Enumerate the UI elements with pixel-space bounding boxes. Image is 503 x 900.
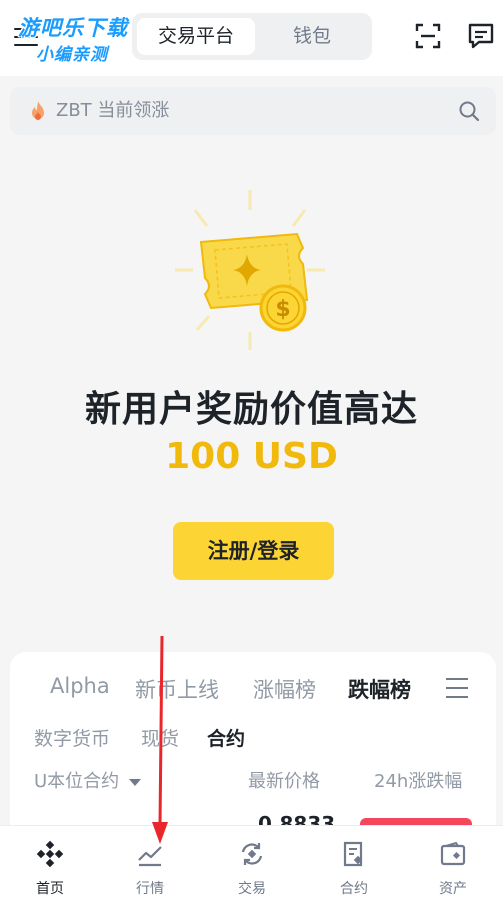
fire-icon xyxy=(32,101,44,120)
scan-icon[interactable] xyxy=(414,22,442,50)
nav-home[interactable]: 首页 xyxy=(0,826,100,900)
tab-exchange[interactable]: 交易平台 xyxy=(137,18,255,55)
annotation-arrow-icon xyxy=(152,636,168,844)
chat-icon[interactable] xyxy=(467,22,495,50)
subtab-crypto[interactable]: 数字货币 xyxy=(34,724,110,751)
trade-icon xyxy=(241,843,263,865)
col-last-price: 最新价格 xyxy=(248,771,320,792)
mode-switch: 交易平台 钱包 xyxy=(132,13,372,60)
tab-gainers[interactable]: 涨幅榜 xyxy=(253,674,316,704)
tab-alpha[interactable]: Alpha xyxy=(50,674,110,698)
futures-icon xyxy=(343,841,363,867)
search-placeholder: ZBT 当前领涨 xyxy=(56,100,170,121)
search-bar[interactable]: ZBT 当前领涨 xyxy=(10,87,496,135)
nav-home-label: 首页 xyxy=(36,881,64,897)
nav-trade[interactable]: 交易 xyxy=(202,826,302,900)
promo-title: 新用户奖励价值高达 xyxy=(84,389,418,430)
col-24h-change: 24h涨跌幅 xyxy=(374,771,463,792)
tab-wallet[interactable]: 钱包 xyxy=(257,18,367,55)
contract-type-select[interactable]: U本位合约 xyxy=(34,767,142,793)
contract-type-label: U本位合约 xyxy=(34,771,120,792)
promo-amount: 100 USD xyxy=(165,436,338,477)
nav-trade-label: 交易 xyxy=(238,881,266,897)
svg-text:$: $ xyxy=(275,297,290,322)
reward-ticket-icon: $ xyxy=(175,190,325,350)
register-login-button[interactable]: 注册/登录 xyxy=(173,522,334,580)
list-menu-icon[interactable] xyxy=(446,678,468,698)
subtab-futures[interactable]: 合约 xyxy=(207,724,245,751)
watermark-line-2: 小编亲测 xyxy=(36,45,108,65)
nav-futures-label: 合约 xyxy=(340,881,368,897)
top-bar: 游吧乐下载 小编亲测 交易平台 钱包 xyxy=(0,0,503,76)
nav-assets[interactable]: 资产 xyxy=(403,826,503,900)
nav-markets-label: 行情 xyxy=(136,881,164,897)
search-icon[interactable] xyxy=(458,100,480,122)
watermark-line-1: 游吧乐下载 xyxy=(18,16,128,40)
tab-losers[interactable]: 跌幅榜 xyxy=(348,674,411,704)
tab-new-listings[interactable]: 新币上线 xyxy=(135,674,219,704)
home-icon xyxy=(36,840,64,868)
bottom-nav: 首页 行情 交易 合约 资产 xyxy=(0,825,503,900)
market-card: Alpha 新币上线 涨幅榜 跌幅榜 数字货币 现货 合约 U本位合约 最新价格… xyxy=(10,652,496,852)
wallet-icon xyxy=(440,841,466,866)
chevron-down-icon xyxy=(129,778,142,786)
nav-futures[interactable]: 合约 xyxy=(304,826,404,900)
nav-assets-label: 资产 xyxy=(439,881,467,897)
watermark: 游吧乐下载 小编亲测 xyxy=(10,10,150,70)
